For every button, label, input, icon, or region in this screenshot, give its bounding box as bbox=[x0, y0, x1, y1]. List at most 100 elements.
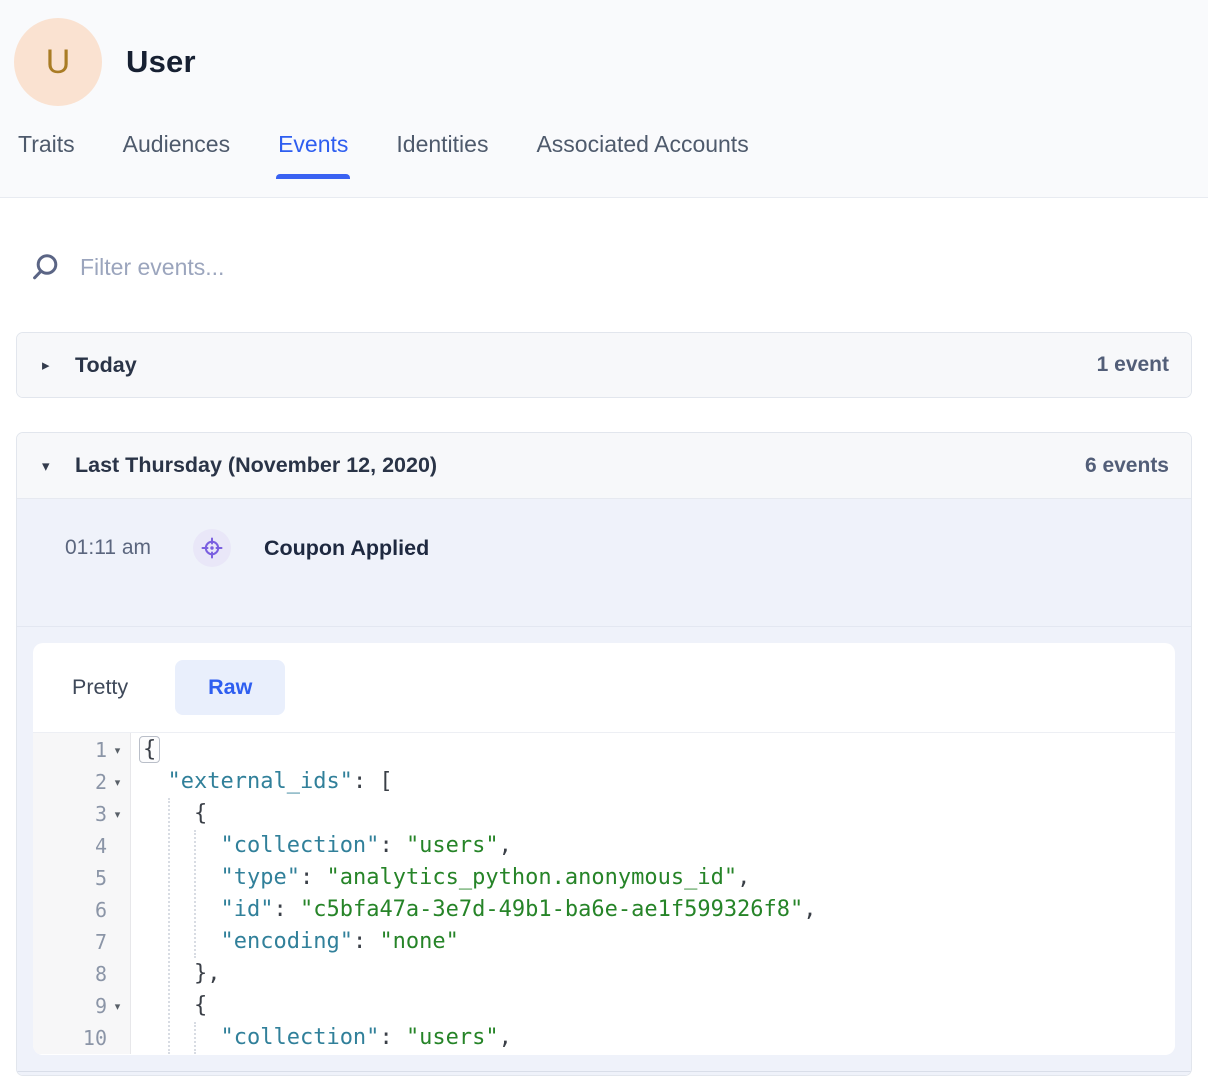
line-number: 8 bbox=[95, 962, 107, 986]
avatar-letter: U bbox=[46, 43, 71, 82]
code-line: { bbox=[141, 734, 1175, 766]
gutter-line: 5 bbox=[33, 862, 130, 894]
code-token: "none" bbox=[379, 929, 458, 954]
tab-pretty[interactable]: Pretty bbox=[72, 675, 128, 700]
code-token: : bbox=[379, 1025, 406, 1050]
gutter-line: 1▾ bbox=[33, 734, 130, 766]
fold-toggle-icon[interactable]: ▾ bbox=[110, 776, 125, 789]
line-number: 3 bbox=[95, 802, 107, 826]
gutter-line: 9▾ bbox=[33, 990, 130, 1022]
code-line: "encoding": "none" bbox=[141, 926, 1175, 958]
code-line: "id": "c5bfa47a-3e7d-49b1-ba6e-ae1f59932… bbox=[141, 894, 1175, 926]
profile-row: U User bbox=[14, 18, 1208, 106]
line-number: 4 bbox=[95, 834, 107, 858]
events-panel: ▸ Today 1 event ▾ Last Thursday (Novembe… bbox=[0, 198, 1208, 1076]
code-token: "type" bbox=[220, 865, 299, 890]
fold-toggle-icon[interactable]: ▾ bbox=[110, 1000, 125, 1013]
code-token: { bbox=[141, 801, 207, 826]
filter-events-search bbox=[16, 198, 1192, 288]
json-code: { "external_ids": [ { "collection": "use… bbox=[141, 734, 1175, 1054]
code-token: "external_ids" bbox=[168, 769, 353, 794]
code-token: }, bbox=[141, 961, 220, 986]
gutter-line: 4 bbox=[33, 830, 130, 862]
event-group-body: 01:11 am Coupon Applied bbox=[17, 499, 1191, 1076]
filter-events-input[interactable] bbox=[80, 254, 780, 281]
code-token bbox=[141, 769, 168, 794]
code-gutter: 1▾2▾3▾456789▾10 bbox=[33, 733, 131, 1054]
gutter-line: 3▾ bbox=[33, 798, 130, 830]
event-group-last-thursday-header[interactable]: ▾ Last Thursday (November 12, 2020) 6 ev… bbox=[17, 433, 1191, 499]
search-icon bbox=[30, 252, 60, 282]
event-badge bbox=[193, 529, 231, 567]
line-number: 5 bbox=[95, 866, 107, 890]
code-token: : bbox=[353, 929, 380, 954]
code-line: "type": "analytics_python.anonymous_id", bbox=[141, 862, 1175, 894]
payload-viewer-header: Pretty Raw bbox=[33, 643, 1175, 733]
code-token: "analytics_python.anonymous_id" bbox=[326, 865, 737, 890]
code-token: : [ bbox=[353, 769, 393, 794]
code-line: { bbox=[141, 798, 1175, 830]
event-row-coupon-applied[interactable]: 01:11 am Coupon Applied bbox=[17, 499, 1191, 627]
event-group-today-header[interactable]: ▸ Today 1 event bbox=[17, 333, 1191, 397]
gutter-line: 10 bbox=[33, 1022, 130, 1054]
code-token: "encoding" bbox=[220, 929, 352, 954]
code-line: "external_ids": [ bbox=[141, 766, 1175, 798]
profile-tabs: Traits Audiences Events Identities Assoc… bbox=[14, 106, 1208, 179]
code-token: , bbox=[499, 1025, 512, 1050]
json-code-viewer: 1▾2▾3▾456789▾10 { "external_ids": [ { "c… bbox=[33, 733, 1175, 1054]
avatar: U bbox=[14, 18, 102, 106]
caret-down-icon: ▾ bbox=[42, 457, 56, 475]
tab-audiences[interactable]: Audiences bbox=[123, 131, 230, 179]
page-title: User bbox=[126, 44, 196, 80]
code-line: "collection": "users", bbox=[141, 1022, 1175, 1054]
code-line: { bbox=[141, 990, 1175, 1022]
event-group-today: ▸ Today 1 event bbox=[16, 332, 1192, 398]
code-token bbox=[141, 897, 220, 922]
payload-card-wrap: Pretty Raw 1▾2▾3▾456789▾10 { "external_i… bbox=[17, 627, 1191, 1071]
line-number: 9 bbox=[95, 994, 107, 1018]
tab-traits[interactable]: Traits bbox=[18, 131, 75, 179]
group-count: 1 event bbox=[1097, 353, 1169, 377]
line-number: 2 bbox=[95, 770, 107, 794]
code-token: "id" bbox=[220, 897, 273, 922]
profile-header: U User Traits Audiences Events Identitie… bbox=[0, 0, 1208, 198]
code-token: , bbox=[737, 865, 750, 890]
code-token: : bbox=[273, 897, 300, 922]
code-area: { "external_ids": [ { "collection": "use… bbox=[131, 733, 1175, 1054]
tab-raw[interactable]: Raw bbox=[175, 660, 285, 715]
user-profile-page: U User Traits Audiences Events Identitie… bbox=[0, 0, 1208, 1076]
code-token: "users" bbox=[406, 1025, 499, 1050]
gutter-line: 7 bbox=[33, 926, 130, 958]
gutter-line: 8 bbox=[33, 958, 130, 990]
gutter-line: 6 bbox=[33, 894, 130, 926]
caret-right-icon: ▸ bbox=[42, 356, 56, 374]
tab-associated-accounts[interactable]: Associated Accounts bbox=[536, 131, 748, 179]
code-token: "collection" bbox=[220, 833, 379, 858]
line-number: 7 bbox=[95, 930, 107, 954]
code-token: : bbox=[300, 865, 327, 890]
code-line: }, bbox=[141, 958, 1175, 990]
line-number: 10 bbox=[83, 1026, 107, 1050]
event-time: 01:11 am bbox=[65, 529, 193, 567]
event-name: Coupon Applied bbox=[264, 529, 429, 567]
group-label: Last Thursday (November 12, 2020) bbox=[75, 453, 437, 478]
line-number: 6 bbox=[95, 898, 107, 922]
fold-toggle-icon[interactable]: ▾ bbox=[110, 808, 125, 821]
tab-identities[interactable]: Identities bbox=[396, 131, 488, 179]
tab-events[interactable]: Events bbox=[278, 131, 348, 179]
target-crosshair-icon bbox=[200, 536, 224, 560]
gutter-line: 2▾ bbox=[33, 766, 130, 798]
event-group-last-thursday: ▾ Last Thursday (November 12, 2020) 6 ev… bbox=[16, 432, 1192, 1076]
group-count: 6 events bbox=[1085, 454, 1169, 478]
fold-toggle-icon[interactable]: ▾ bbox=[110, 744, 125, 757]
payload-card: Pretty Raw 1▾2▾3▾456789▾10 { "external_i… bbox=[33, 643, 1175, 1055]
code-token: : bbox=[379, 833, 406, 858]
code-token: { bbox=[141, 993, 207, 1018]
code-token bbox=[141, 833, 220, 858]
code-token: "c5bfa47a-3e7d-49b1-ba6e-ae1f599326f8" bbox=[300, 897, 803, 922]
line-number: 1 bbox=[95, 738, 107, 762]
code-token: "users" bbox=[406, 833, 499, 858]
code-token: , bbox=[803, 897, 816, 922]
code-token: , bbox=[499, 833, 512, 858]
code-token bbox=[141, 1025, 220, 1050]
